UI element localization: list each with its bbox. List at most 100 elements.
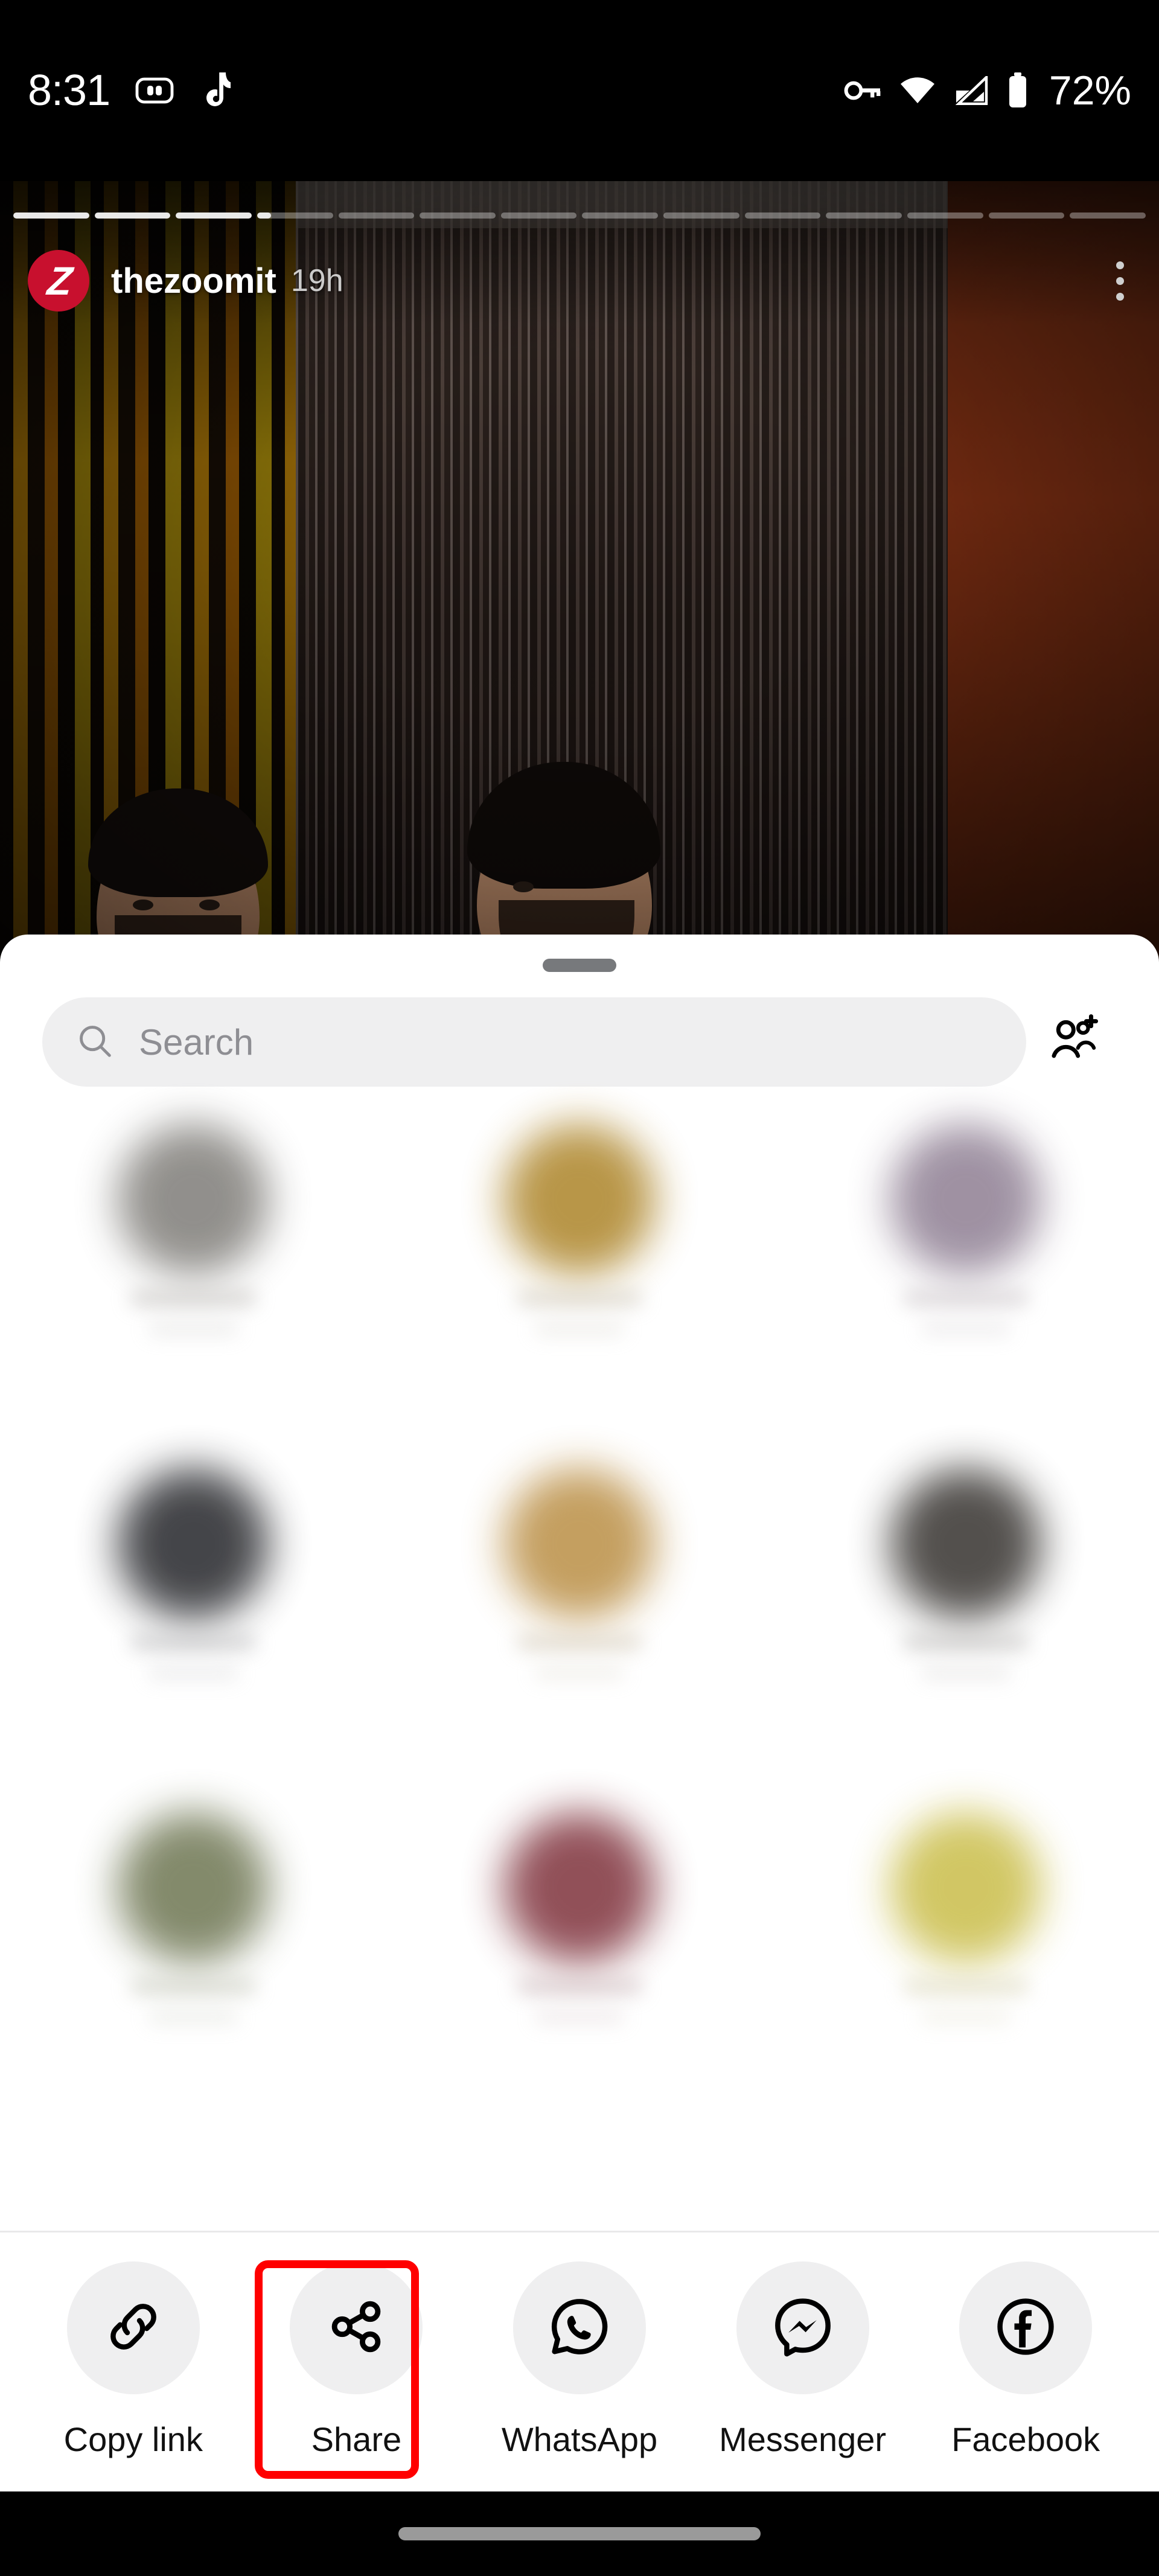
list-item[interactable] [866,1812,1065,2090]
list-item[interactable] [94,1468,293,1746]
story-progress-segment[interactable] [176,213,252,219]
whatsapp-label: WhatsApp [501,2420,658,2458]
avatar[interactable]: Z [28,250,89,312]
story-progress-bars[interactable] [13,213,1146,221]
story-progress-segment-active[interactable] [257,213,333,219]
share-label: Share [311,2420,402,2458]
list-item[interactable] [866,1124,1065,1402]
contact-grid [0,1087,1159,2231]
contact-username [148,1666,238,1680]
contact-name [516,1291,643,1306]
share-sheet: Search Copy link Share WhatsApp Messenge… [0,935,1159,2492]
list-item[interactable] [480,1468,679,1746]
story-timestamp: 19h [290,263,343,298]
search-input[interactable]: Search [42,997,1026,1087]
list-item[interactable] [480,1812,679,2090]
list-item[interactable] [94,1124,293,1402]
contact-name [130,1979,257,1995]
facebook-circle [959,2261,1093,2394]
copy-link-circle [66,2261,200,2394]
search-row: Search [0,972,1159,1087]
contact-username [148,1322,238,1335]
search-placeholder: Search [139,1021,254,1063]
share-button[interactable]: Share [269,2261,444,2459]
three-dot-menu-icon[interactable] [1109,253,1131,309]
list-item[interactable] [480,1124,679,1402]
contact-name [902,1635,1029,1651]
story-progress-segment[interactable] [13,213,89,219]
status-clock: 8:31 [28,66,110,115]
copy-link-button[interactable]: Copy link [46,2261,221,2459]
status-bar-left: 8:31 [28,69,232,112]
contact-username [534,1666,625,1680]
contact-avatar [504,1812,655,1963]
cellular-signal-icon [954,76,989,105]
contact-username [921,1666,1011,1680]
status-bar: 8:31 72% [0,0,1159,181]
story-progress-segment[interactable] [663,213,739,219]
story-progress-segment[interactable] [907,213,983,219]
contact-avatar [504,1124,655,1275]
share-action-row: Copy link Share WhatsApp Messenger Faceb… [0,2232,1159,2492]
story-progress-segment[interactable] [338,213,415,219]
contact-avatar [118,1468,269,1619]
contact-username [921,1322,1011,1335]
share-circle [290,2261,423,2394]
wifi-icon [899,77,936,104]
whatsapp-icon [547,2294,612,2362]
story-header: Z thezoomit 19h [0,241,1159,320]
battery-percent-label: 72% [1049,68,1131,113]
story-progress-segment[interactable] [988,213,1065,219]
system-navigation-bar [0,2491,1159,2576]
contact-avatar [504,1468,655,1619]
messenger-button[interactable]: Messenger [715,2261,890,2459]
avatar-initial: Z [45,258,72,303]
add-people-icon[interactable] [1026,1014,1117,1070]
story-progress-segment[interactable] [420,213,496,219]
contact-name [130,1291,257,1306]
facebook-label: Facebook [951,2420,1100,2458]
contact-avatar [890,1812,1041,1963]
facebook-button[interactable]: Facebook [938,2261,1113,2459]
contact-username [534,2010,625,2024]
link-icon [101,2294,166,2362]
story-progress-segment[interactable] [826,213,902,219]
story-progress-segment[interactable] [94,213,171,219]
contact-avatar [118,1124,269,1275]
tiktok-music-note-icon [199,71,232,110]
story-username[interactable]: thezoomit [111,261,276,301]
home-gesture-pill[interactable] [398,2527,761,2540]
story-progress-segment[interactable] [744,213,821,219]
phone-screen: 8:31 72% Z thezoomit 19h Search Copy lin… [0,0,1159,2576]
list-item[interactable] [866,1468,1065,1746]
sheet-drag-handle[interactable] [543,959,616,972]
messenger-icon [770,2294,835,2362]
contact-name [516,1979,643,1995]
list-item[interactable] [94,1812,293,2090]
contact-username [921,2010,1011,2024]
battery-icon [1007,72,1029,109]
status-bar-right: 72% [844,70,1131,111]
contact-name [902,1979,1029,1995]
contact-username [148,2010,238,2024]
story-progress-segment[interactable] [1070,213,1146,219]
copy-link-label: Copy link [63,2420,203,2458]
wallet-card-icon [135,77,174,104]
share-nodes-icon [324,2294,389,2362]
contact-avatar [890,1468,1041,1619]
story-progress-segment[interactable] [500,213,577,219]
search-icon [76,1022,113,1063]
whatsapp-button[interactable]: WhatsApp [492,2261,667,2459]
contact-username [534,1322,625,1335]
contact-name [902,1291,1029,1306]
contact-name [516,1635,643,1651]
contact-avatar [890,1124,1041,1275]
facebook-icon [993,2294,1058,2362]
messenger-label: Messenger [719,2420,887,2458]
contact-avatar [118,1812,269,1963]
story-progress-segment[interactable] [582,213,659,219]
contact-name [130,1635,257,1651]
vpn-key-icon [844,78,881,103]
messenger-circle [736,2261,869,2394]
whatsapp-circle [512,2261,646,2394]
